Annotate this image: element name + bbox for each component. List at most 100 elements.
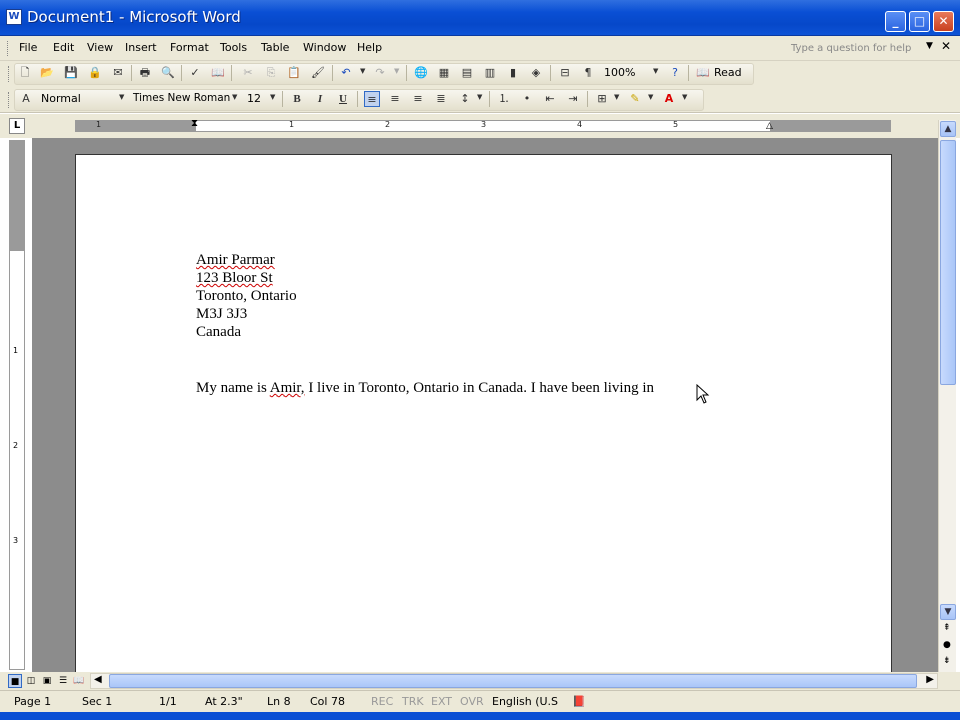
scroll-up-button[interactable]: ▲ [940,121,956,137]
email-icon[interactable]: ✉ [110,65,126,81]
outline-view-icon[interactable]: ☰ [56,674,70,688]
word-icon[interactable]: W [6,9,22,25]
spelling-status-icon[interactable]: 📕 [572,695,586,708]
insert-excel-icon[interactable]: ▥ [482,65,498,81]
show-hide-icon[interactable]: ¶ [580,65,596,81]
menu-format[interactable]: Format [170,41,209,54]
zoom-select[interactable]: 100% [604,66,635,79]
format-painter-icon[interactable]: 🖌 [310,65,326,81]
font-dropdown-icon[interactable]: ▼ [232,93,237,101]
toolbar-grip[interactable] [8,92,11,108]
align-left-icon[interactable]: ≡ [364,91,380,107]
zoom-dropdown-icon[interactable]: ▼ [653,67,658,75]
increase-indent-icon[interactable]: ⇥ [565,91,581,107]
previous-page-icon[interactable]: ⇞ [943,623,951,633]
print-layout-icon[interactable]: ▣ [40,674,54,688]
document-page[interactable]: Amir Parmar 123 Bloor St Toronto, Ontari… [75,154,892,684]
toolbar-grip[interactable] [8,66,11,82]
vertical-scroll-thumb[interactable] [940,140,956,385]
menu-view[interactable]: View [87,41,113,54]
scroll-right-button[interactable]: ▶ [926,674,934,685]
menu-tools[interactable]: Tools [220,41,247,54]
font-select[interactable]: Times New Roman [133,92,230,104]
drawing-icon[interactable]: ◈ [528,65,544,81]
tab-selector-button[interactable]: L [9,118,25,134]
status-rec[interactable]: REC [371,695,393,708]
save-icon[interactable]: 💾 [63,65,79,81]
align-center-icon[interactable]: ≡ [387,91,403,107]
undo-dropdown-icon[interactable]: ▼ [360,67,365,75]
menu-grip[interactable] [7,41,10,56]
help-question-input[interactable]: Type a question for help [787,40,917,57]
menu-edit[interactable]: Edit [53,41,74,54]
status-ovr[interactable]: OVR [460,695,484,708]
undo-icon[interactable]: ↶ [338,65,354,81]
columns-icon[interactable]: ▮ [505,65,521,81]
align-right-icon[interactable]: ≡ [410,91,426,107]
read-icon[interactable]: 📖 [695,65,711,81]
horizontal-scroll-thumb[interactable] [109,674,917,688]
next-page-icon[interactable]: ⇟ [943,656,951,666]
misspelled-word[interactable]: Amir, [270,380,305,396]
status-trk[interactable]: TRK [402,695,424,708]
redo-dropdown-icon[interactable]: ▼ [394,67,399,75]
insert-table-icon[interactable]: ▤ [459,65,475,81]
highlight-icon[interactable]: ✎ [627,91,643,107]
open-folder-icon[interactable]: 📂 [39,65,55,81]
status-ext[interactable]: EXT [431,695,452,708]
help-dropdown-icon[interactable]: ▼ [926,41,933,51]
menu-table[interactable]: Table [261,41,289,54]
print-icon[interactable]: 🖶 [137,65,153,81]
redo-icon[interactable]: ↷ [372,65,388,81]
indent-marker-icon[interactable]: ⧗ [191,118,198,129]
maximize-button[interactable]: □ [909,11,930,32]
styles-formatting-icon[interactable]: A [18,91,34,107]
highlight-dropdown-icon[interactable]: ▼ [648,93,653,101]
document-map-icon[interactable]: ⊟ [557,65,573,81]
vertical-scrollbar[interactable]: ▲ ▼ ⇞ ● ⇟ [938,120,956,672]
reading-layout-icon[interactable]: 📖 [72,674,86,688]
select-browse-object-icon[interactable]: ● [943,640,951,650]
hyperlink-icon[interactable]: 🌐 [413,65,429,81]
menu-window[interactable]: Window [303,41,346,54]
scroll-down-button[interactable]: ▼ [940,604,956,620]
research-icon[interactable]: 📖 [210,65,226,81]
copy-icon[interactable]: ⎘ [263,65,279,81]
font-color-icon[interactable]: A [661,91,677,107]
numbering-icon[interactable]: ⒈ [496,91,512,107]
horizontal-ruler[interactable]: 1 1 2 3 4 5 ⧗ △ [75,118,891,132]
document-close-button[interactable]: ✕ [941,39,951,53]
permission-icon[interactable]: 🔒 [87,65,103,81]
menu-file[interactable]: File [19,41,37,54]
horizontal-scrollbar[interactable]: ◀ ▶ [90,673,938,689]
bold-button[interactable]: B [289,91,305,107]
font-size-dropdown-icon[interactable]: ▼ [270,93,275,101]
vertical-ruler[interactable]: 1 2 3 [9,140,25,670]
justify-icon[interactable]: ≣ [433,91,449,107]
right-indent-marker-icon[interactable]: △ [766,121,773,131]
underline-button[interactable]: U [335,91,351,107]
line-spacing-dropdown-icon[interactable]: ▼ [477,93,482,101]
font-color-dropdown-icon[interactable]: ▼ [682,93,687,101]
web-layout-icon[interactable]: ◫ [24,674,38,688]
border-dropdown-icon[interactable]: ▼ [614,93,619,101]
style-dropdown-icon[interactable]: ▼ [119,93,124,101]
read-button[interactable]: Read [714,66,742,79]
spelling-icon[interactable]: ✓ [187,65,203,81]
scroll-left-button[interactable]: ◀ [94,674,102,685]
minimize-button[interactable]: _ [885,11,906,32]
menu-insert[interactable]: Insert [125,41,157,54]
decrease-indent-icon[interactable]: ⇤ [542,91,558,107]
italic-button[interactable]: I [312,91,328,107]
new-document-icon[interactable]: 🗋 [17,65,33,81]
close-button[interactable]: ✕ [933,11,954,32]
menu-help[interactable]: Help [357,41,382,54]
border-icon[interactable]: ⊞ [594,91,610,107]
bullets-icon[interactable]: • [519,91,535,107]
print-preview-icon[interactable]: 🔍 [160,65,176,81]
paste-icon[interactable]: 📋 [286,65,302,81]
cut-icon[interactable]: ✂ [240,65,256,81]
style-select[interactable]: Normal [41,92,81,105]
help-icon[interactable]: ? [667,65,683,81]
font-size-select[interactable]: 12 [247,92,261,105]
